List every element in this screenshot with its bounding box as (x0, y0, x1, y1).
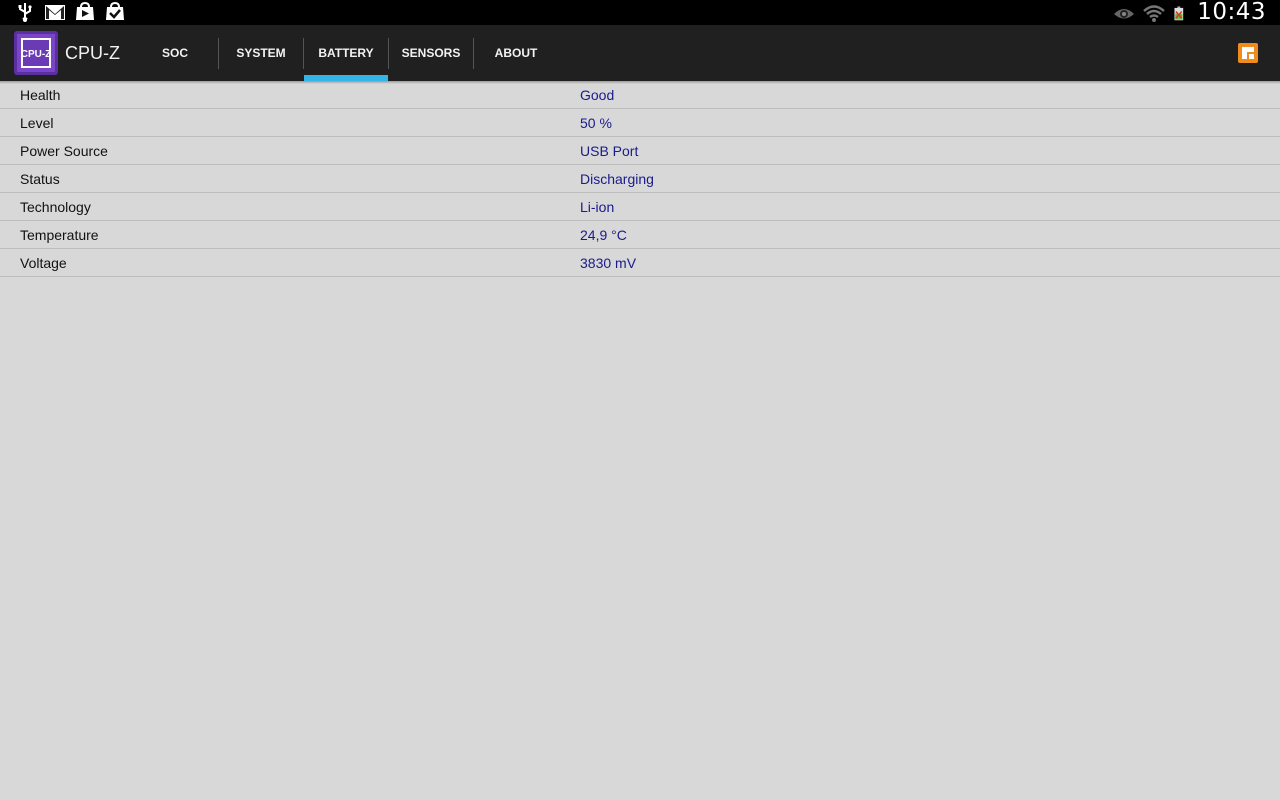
wifi-icon (1143, 4, 1166, 22)
list-item: Status Discharging (0, 165, 1280, 193)
row-label: Temperature (20, 227, 99, 243)
row-label: Technology (20, 199, 91, 215)
system-icons: 10:43 (1113, 0, 1266, 25)
clock: 10:43 (1197, 0, 1266, 25)
battery-icon (1174, 5, 1184, 20)
row-label: Status (20, 171, 60, 187)
row-label: Health (20, 87, 61, 103)
row-value: Li-ion (580, 199, 615, 215)
list-item: Power Source USB Port (0, 137, 1280, 165)
status-bar: 10:43 (0, 0, 1280, 25)
notification-icons (14, 2, 126, 22)
row-value: Discharging (580, 171, 654, 187)
list-item: Voltage 3830 mV (0, 249, 1280, 277)
action-bar: CPU-Z CPU-Z SOC SYSTEM BATTERY SENSORS A… (0, 25, 1280, 81)
row-value: USB Port (580, 143, 639, 159)
battery-info-list: Health Good Level 50 % Power Source USB … (0, 81, 1280, 277)
gmail-icon (45, 5, 65, 20)
list-item: Temperature 24,9 °C (0, 221, 1280, 249)
list-item: Level 50 % (0, 109, 1280, 137)
row-label: Power Source (20, 143, 108, 159)
tab-battery[interactable]: BATTERY (304, 25, 388, 81)
row-value: 24,9 °C (580, 227, 627, 243)
play-store-icon (76, 2, 94, 20)
row-label: Level (20, 115, 54, 131)
row-label: Voltage (20, 255, 67, 271)
row-value: Good (580, 87, 615, 103)
row-value: 3830 mV (580, 255, 637, 271)
tab-sensors[interactable]: SENSORS (389, 25, 473, 81)
app-title: CPU-Z (65, 43, 120, 63)
list-item: Technology Li-ion (0, 193, 1280, 221)
list-item: Health Good (0, 81, 1280, 109)
eye-icon (1114, 8, 1135, 18)
overflow-menu-icon[interactable] (1237, 42, 1259, 64)
cpu-z-logo[interactable]: CPU-Z (14, 31, 58, 75)
tab-system[interactable]: SYSTEM (219, 25, 303, 81)
logo-text: CPU-Z (21, 49, 52, 60)
tab-about[interactable]: ABOUT (474, 25, 558, 81)
task-icon (106, 2, 124, 20)
tab-soc[interactable]: SOC (133, 25, 217, 81)
row-value: 50 % (580, 115, 612, 131)
usb-icon (18, 3, 32, 22)
